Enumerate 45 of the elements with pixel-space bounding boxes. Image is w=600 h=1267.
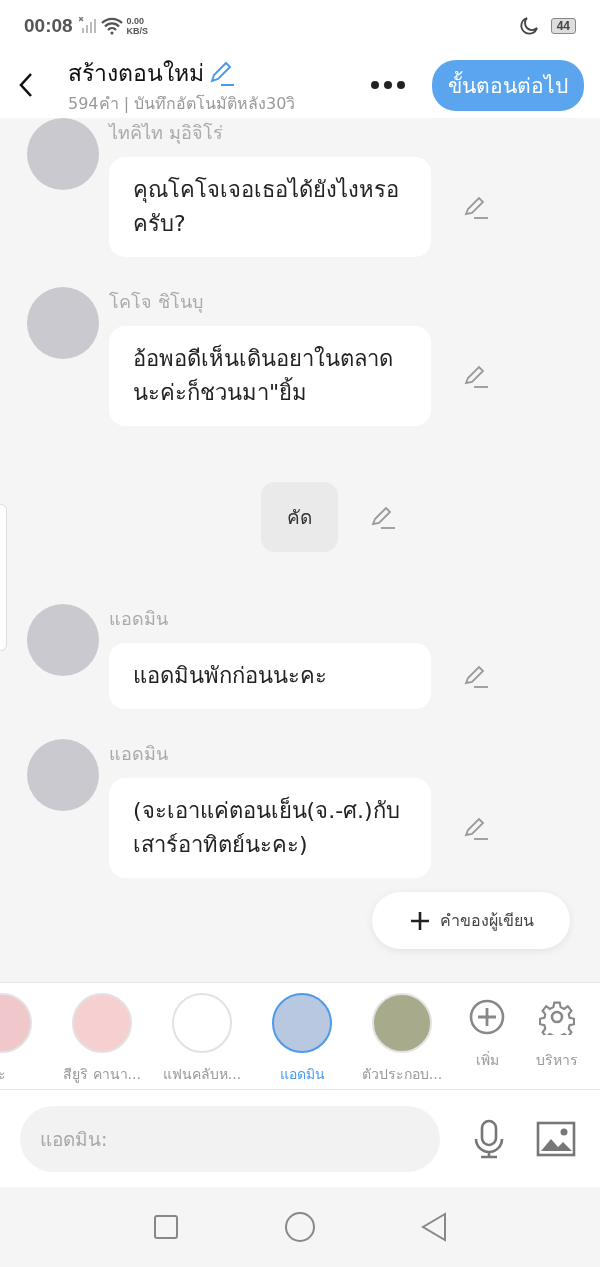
- back-icon[interactable]: [18, 72, 34, 98]
- next-step-button[interactable]: ขั้นตอนต่อไป: [432, 59, 584, 111]
- character-label[interactable]: แฟนคลับห...: [162, 1063, 242, 1085]
- side-handle[interactable]: [0, 504, 7, 651]
- add-icon[interactable]: [469, 999, 505, 1035]
- status-time: 00:08: [24, 15, 73, 37]
- image-icon[interactable]: [536, 1120, 576, 1157]
- action-label[interactable]: เพิ่ม: [475, 1049, 499, 1071]
- character-label[interactable]: ตัวประกอบ...: [361, 1063, 443, 1085]
- character-name: แอดมิน: [109, 607, 169, 631]
- home-icon[interactable]: [284, 1211, 316, 1243]
- pencil-icon[interactable]: [370, 504, 396, 530]
- message-bubble: แอดมินพักก่อนนะคะ: [109, 643, 431, 709]
- wifi-icon: [100, 17, 123, 35]
- message-input[interactable]: แอดมิน:: [20, 1105, 440, 1172]
- page-subtitle: 594คำ | บันทึกอัตโนมัติหลัง30วิ: [68, 92, 297, 115]
- pencil-icon[interactable]: [463, 194, 489, 220]
- battery-indicator: 44: [550, 18, 576, 34]
- character-avatar[interactable]: [272, 993, 332, 1053]
- moon-icon: [518, 16, 539, 36]
- signal-icon: [78, 17, 97, 35]
- character-label[interactable]: แอดมิน: [279, 1063, 325, 1085]
- back-nav-icon[interactable]: [421, 1212, 448, 1242]
- message-bubble: คุณโคโจเจอเธอได้ยังไงหรอครับ?: [109, 157, 431, 257]
- plus-icon: [410, 910, 430, 931]
- message-bubble: (จะเอาแค่ตอนเย็น(จ.-ศ.)กับเสาร์อาทิตย์นะคะ): [109, 778, 431, 878]
- pencil-icon[interactable]: [463, 663, 489, 689]
- net-speed: 0.00: [126, 16, 146, 26]
- action-label[interactable]: บริหาร: [536, 1049, 578, 1071]
- net-unit: KB/S: [126, 26, 149, 36]
- character-name: โคโจ ชิโนบุ: [109, 290, 204, 315]
- pencil-icon[interactable]: [463, 815, 489, 841]
- microphone-icon[interactable]: [472, 1118, 506, 1159]
- pencil-icon[interactable]: [463, 363, 489, 389]
- recent-apps-icon[interactable]: [152, 1214, 179, 1240]
- settings-icon[interactable]: [539, 999, 575, 1035]
- more-icon[interactable]: [370, 80, 406, 90]
- author-note-button[interactable]: คำของผู้เขียน: [372, 892, 570, 949]
- message-bubble: อ้อพอดีเห็นเดินอยาในตลาดนะค่ะก็ชวนมา"ยิ้ม: [109, 326, 431, 426]
- character-name: ไทคิไท มุอิจิโร่: [109, 121, 224, 146]
- character-name: แอดมิน: [109, 742, 169, 766]
- narration-bubble: คัด: [261, 482, 338, 552]
- character-label[interactable]: สียูริ คานา...: [63, 1063, 141, 1085]
- page-title: สร้างตอนใหม่: [68, 58, 204, 88]
- character-label[interactable]: ะ: [0, 1063, 6, 1085]
